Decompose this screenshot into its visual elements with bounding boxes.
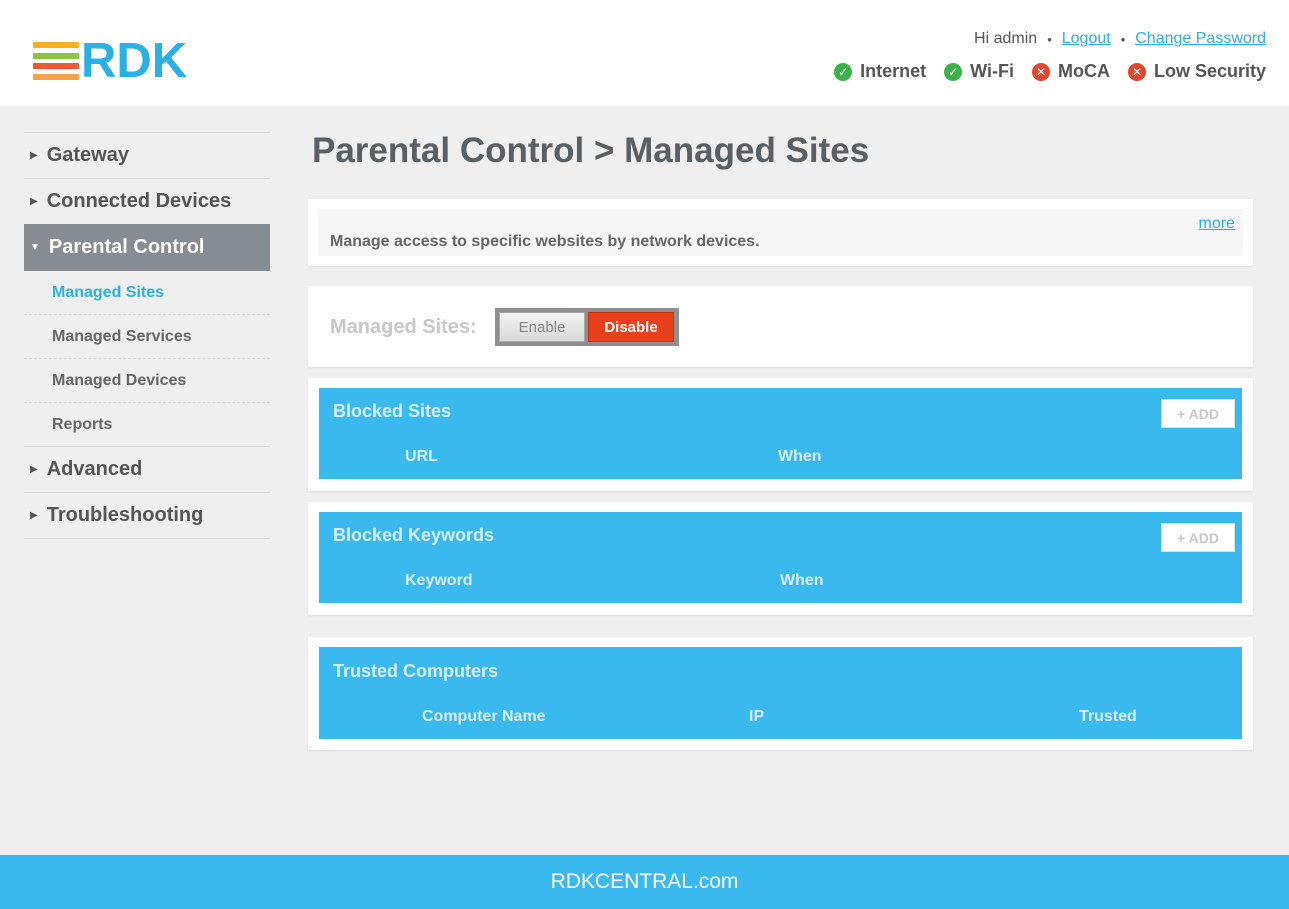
sidebar-item-label: Advanced (46, 458, 143, 480)
status-wifi: ✓ Wi-Fi (944, 61, 1014, 82)
enable-disable-switch: Enable Disable (495, 308, 679, 346)
caret-right-icon: ▶ (30, 510, 38, 521)
header: RDK Hi admin • Logout • Change Password … (0, 0, 1289, 106)
user-bar: Hi admin • Logout • Change Password (974, 30, 1266, 48)
column-header-when: When (778, 448, 822, 465)
sidebar-item-gateway[interactable]: ▶ Gateway (24, 132, 270, 179)
change-password-link[interactable]: Change Password (1135, 30, 1266, 48)
sidebar-item-label: Troubleshooting (46, 504, 204, 526)
blocked-keywords-card: Blocked Keywords + ADD Keyword When (308, 502, 1253, 615)
blocked-sites-panel: Blocked Sites + ADD URL When (319, 388, 1242, 479)
sidebar-item-connected-devices[interactable]: ▶ Connected Devices (24, 178, 270, 225)
blocked-keywords-panel: Blocked Keywords + ADD Keyword When (319, 512, 1242, 603)
blocked-sites-card: Blocked Sites + ADD URL When (308, 378, 1253, 491)
check-circle-icon: ✓ (944, 62, 963, 81)
check-circle-icon: ✓ (834, 62, 853, 81)
trusted-computers-card: Trusted Computers Computer Name IP Trust… (308, 637, 1253, 750)
status-security: ✕ Low Security (1127, 61, 1266, 82)
caret-right-icon: ▶ (30, 196, 38, 207)
column-header-url: URL (405, 448, 438, 465)
status-label: MoCA (1057, 61, 1110, 81)
column-header-when: When (780, 572, 824, 589)
sidebar-item-advanced[interactable]: ▶ Advanced (24, 446, 270, 493)
sidebar: ▶ Gateway ▶ Connected Devices ▼ Parental… (24, 132, 270, 539)
managed-sites-toggle-card: Managed Sites: Enable Disable (308, 286, 1253, 367)
toggle-label: Managed Sites: (330, 316, 477, 338)
page-title: Parental Control > Managed Sites (312, 131, 870, 170)
sidebar-subitem-managed-devices[interactable]: Managed Devices (24, 359, 270, 403)
blocked-sites-title: Blocked Sites (333, 401, 452, 421)
disable-button[interactable]: Disable (588, 312, 674, 342)
status-label: Wi-Fi (970, 61, 1014, 81)
separator: • (1120, 31, 1126, 47)
x-circle-icon: ✕ (1031, 62, 1050, 81)
sidebar-item-label: Connected Devices (46, 190, 232, 212)
column-header-computer-name: Computer Name (422, 708, 546, 725)
sidebar-subitem-managed-sites[interactable]: Managed Sites (24, 271, 270, 315)
caret-down-icon: ▼ (30, 242, 40, 253)
footer: RDKCENTRAL.com (0, 855, 1289, 909)
x-circle-icon: ✕ (1127, 62, 1146, 81)
sidebar-subitem-managed-services[interactable]: Managed Services (24, 315, 270, 359)
caret-right-icon: ▶ (30, 150, 38, 161)
add-blocked-site-button[interactable]: + ADD (1161, 399, 1235, 428)
status-label: Internet (860, 61, 927, 81)
greeting: Hi admin (974, 30, 1038, 47)
logout-link[interactable]: Logout (1062, 30, 1111, 48)
sidebar-item-label: Parental Control (48, 236, 205, 258)
trusted-computers-title: Trusted Computers (333, 661, 499, 681)
status-bar: ✓ Internet ✓ Wi-Fi ✕ MoCA ✕ Low Security (816, 61, 1266, 82)
enable-button[interactable]: Enable (499, 312, 585, 342)
sidebar-item-label: Gateway (46, 144, 129, 166)
logo-text: RDK (81, 34, 188, 88)
sidebar-item-parental-control[interactable]: ▼ Parental Control (24, 224, 270, 271)
footer-link[interactable]: RDKCENTRAL.com (551, 870, 739, 894)
status-internet: ✓ Internet (834, 61, 926, 82)
sidebar-item-troubleshooting[interactable]: ▶ Troubleshooting (24, 492, 270, 539)
caret-right-icon: ▶ (30, 464, 38, 475)
blocked-keywords-title: Blocked Keywords (333, 525, 495, 545)
status-label: Low Security (1153, 61, 1266, 81)
logo-stripes-icon (33, 42, 79, 80)
add-blocked-keyword-button[interactable]: + ADD (1161, 523, 1235, 552)
separator: • (1047, 31, 1052, 47)
column-header-keyword: Keyword (405, 572, 473, 589)
column-header-ip: IP (749, 708, 765, 725)
intro-box: Manage access to specific websites by ne… (318, 209, 1243, 256)
trusted-computers-panel: Trusted Computers Computer Name IP Trust… (319, 647, 1242, 739)
intro-card: Manage access to specific websites by ne… (308, 199, 1253, 266)
intro-text: Manage access to specific websites by ne… (330, 233, 760, 250)
more-link[interactable]: more (1199, 215, 1235, 233)
column-header-trusted: Trusted (1079, 708, 1137, 725)
rdk-logo[interactable]: RDK (33, 34, 188, 88)
sidebar-subitem-reports[interactable]: Reports (24, 403, 270, 447)
status-moca: ✕ MoCA (1031, 61, 1110, 82)
